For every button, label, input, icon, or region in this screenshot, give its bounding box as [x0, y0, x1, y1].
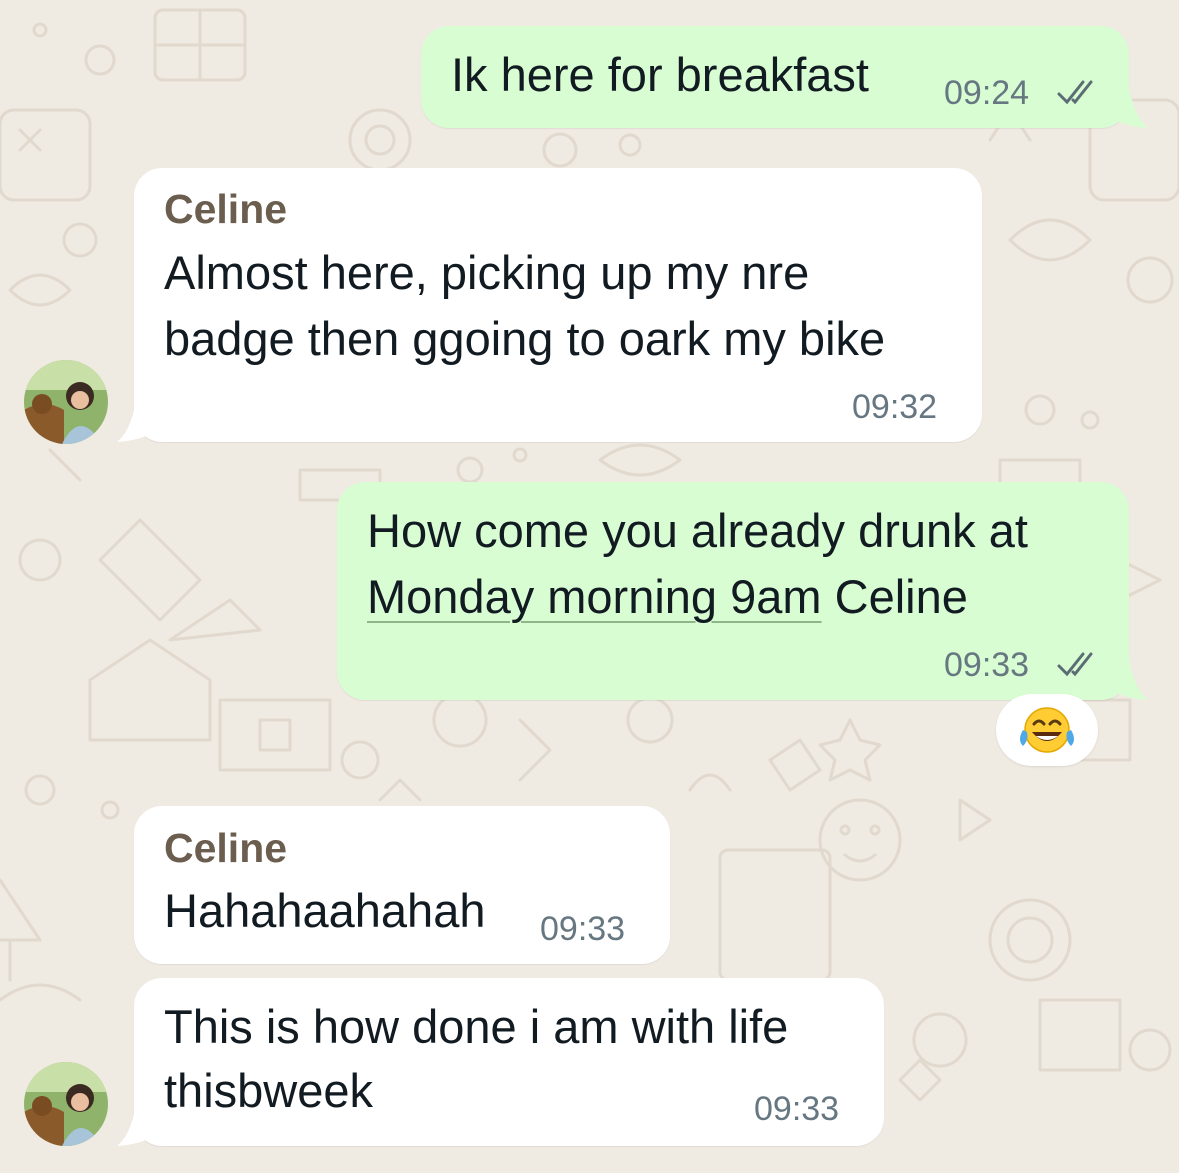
message-text-line-1: Almost here, picking up my nre: [164, 246, 810, 299]
avatar-photo-icon: [24, 360, 108, 444]
tears-of-joy-emoji-icon: [1020, 707, 1074, 753]
message-text: Hahahaahahah: [164, 884, 486, 937]
bubble-tail-icon: [1110, 88, 1148, 128]
bubble-tail-icon: [117, 402, 155, 442]
bubble-tail-icon: [1110, 660, 1148, 700]
contact-avatar[interactable]: [24, 360, 108, 444]
message-timestamp: 09:33: [944, 646, 1030, 684]
message-text: Ik here for breakfast: [451, 48, 869, 101]
avatar-photo-icon: [24, 1062, 108, 1146]
message-text-line-2: thisbweek: [164, 1064, 373, 1117]
sender-name[interactable]: Celine: [164, 825, 287, 872]
message-timestamp: 09:33: [754, 1090, 840, 1128]
message-text-line-2: Monday morning 9am Celine: [367, 564, 968, 630]
date-link[interactable]: Monday morning 9am: [367, 570, 822, 623]
sender-name[interactable]: Celine: [164, 186, 287, 233]
message-timestamp: 09:32: [852, 388, 938, 426]
bubble-tail-icon: [117, 1106, 155, 1146]
message-text-line-2: badge then ggoing to oark my bike: [164, 312, 886, 365]
message-text-line-1: How come you already drunk at: [367, 504, 1028, 557]
message-text-tail: Celine: [821, 570, 968, 623]
message-text-line-1: This is how done i am with life: [164, 1000, 789, 1053]
message-timestamp: 09:24: [944, 74, 1030, 112]
message-reaction[interactable]: [996, 694, 1098, 766]
double-check-icon: [1057, 80, 1093, 105]
contact-avatar[interactable]: [24, 1062, 108, 1146]
double-check-icon: [1057, 652, 1093, 677]
message-timestamp: 09:33: [540, 910, 626, 948]
